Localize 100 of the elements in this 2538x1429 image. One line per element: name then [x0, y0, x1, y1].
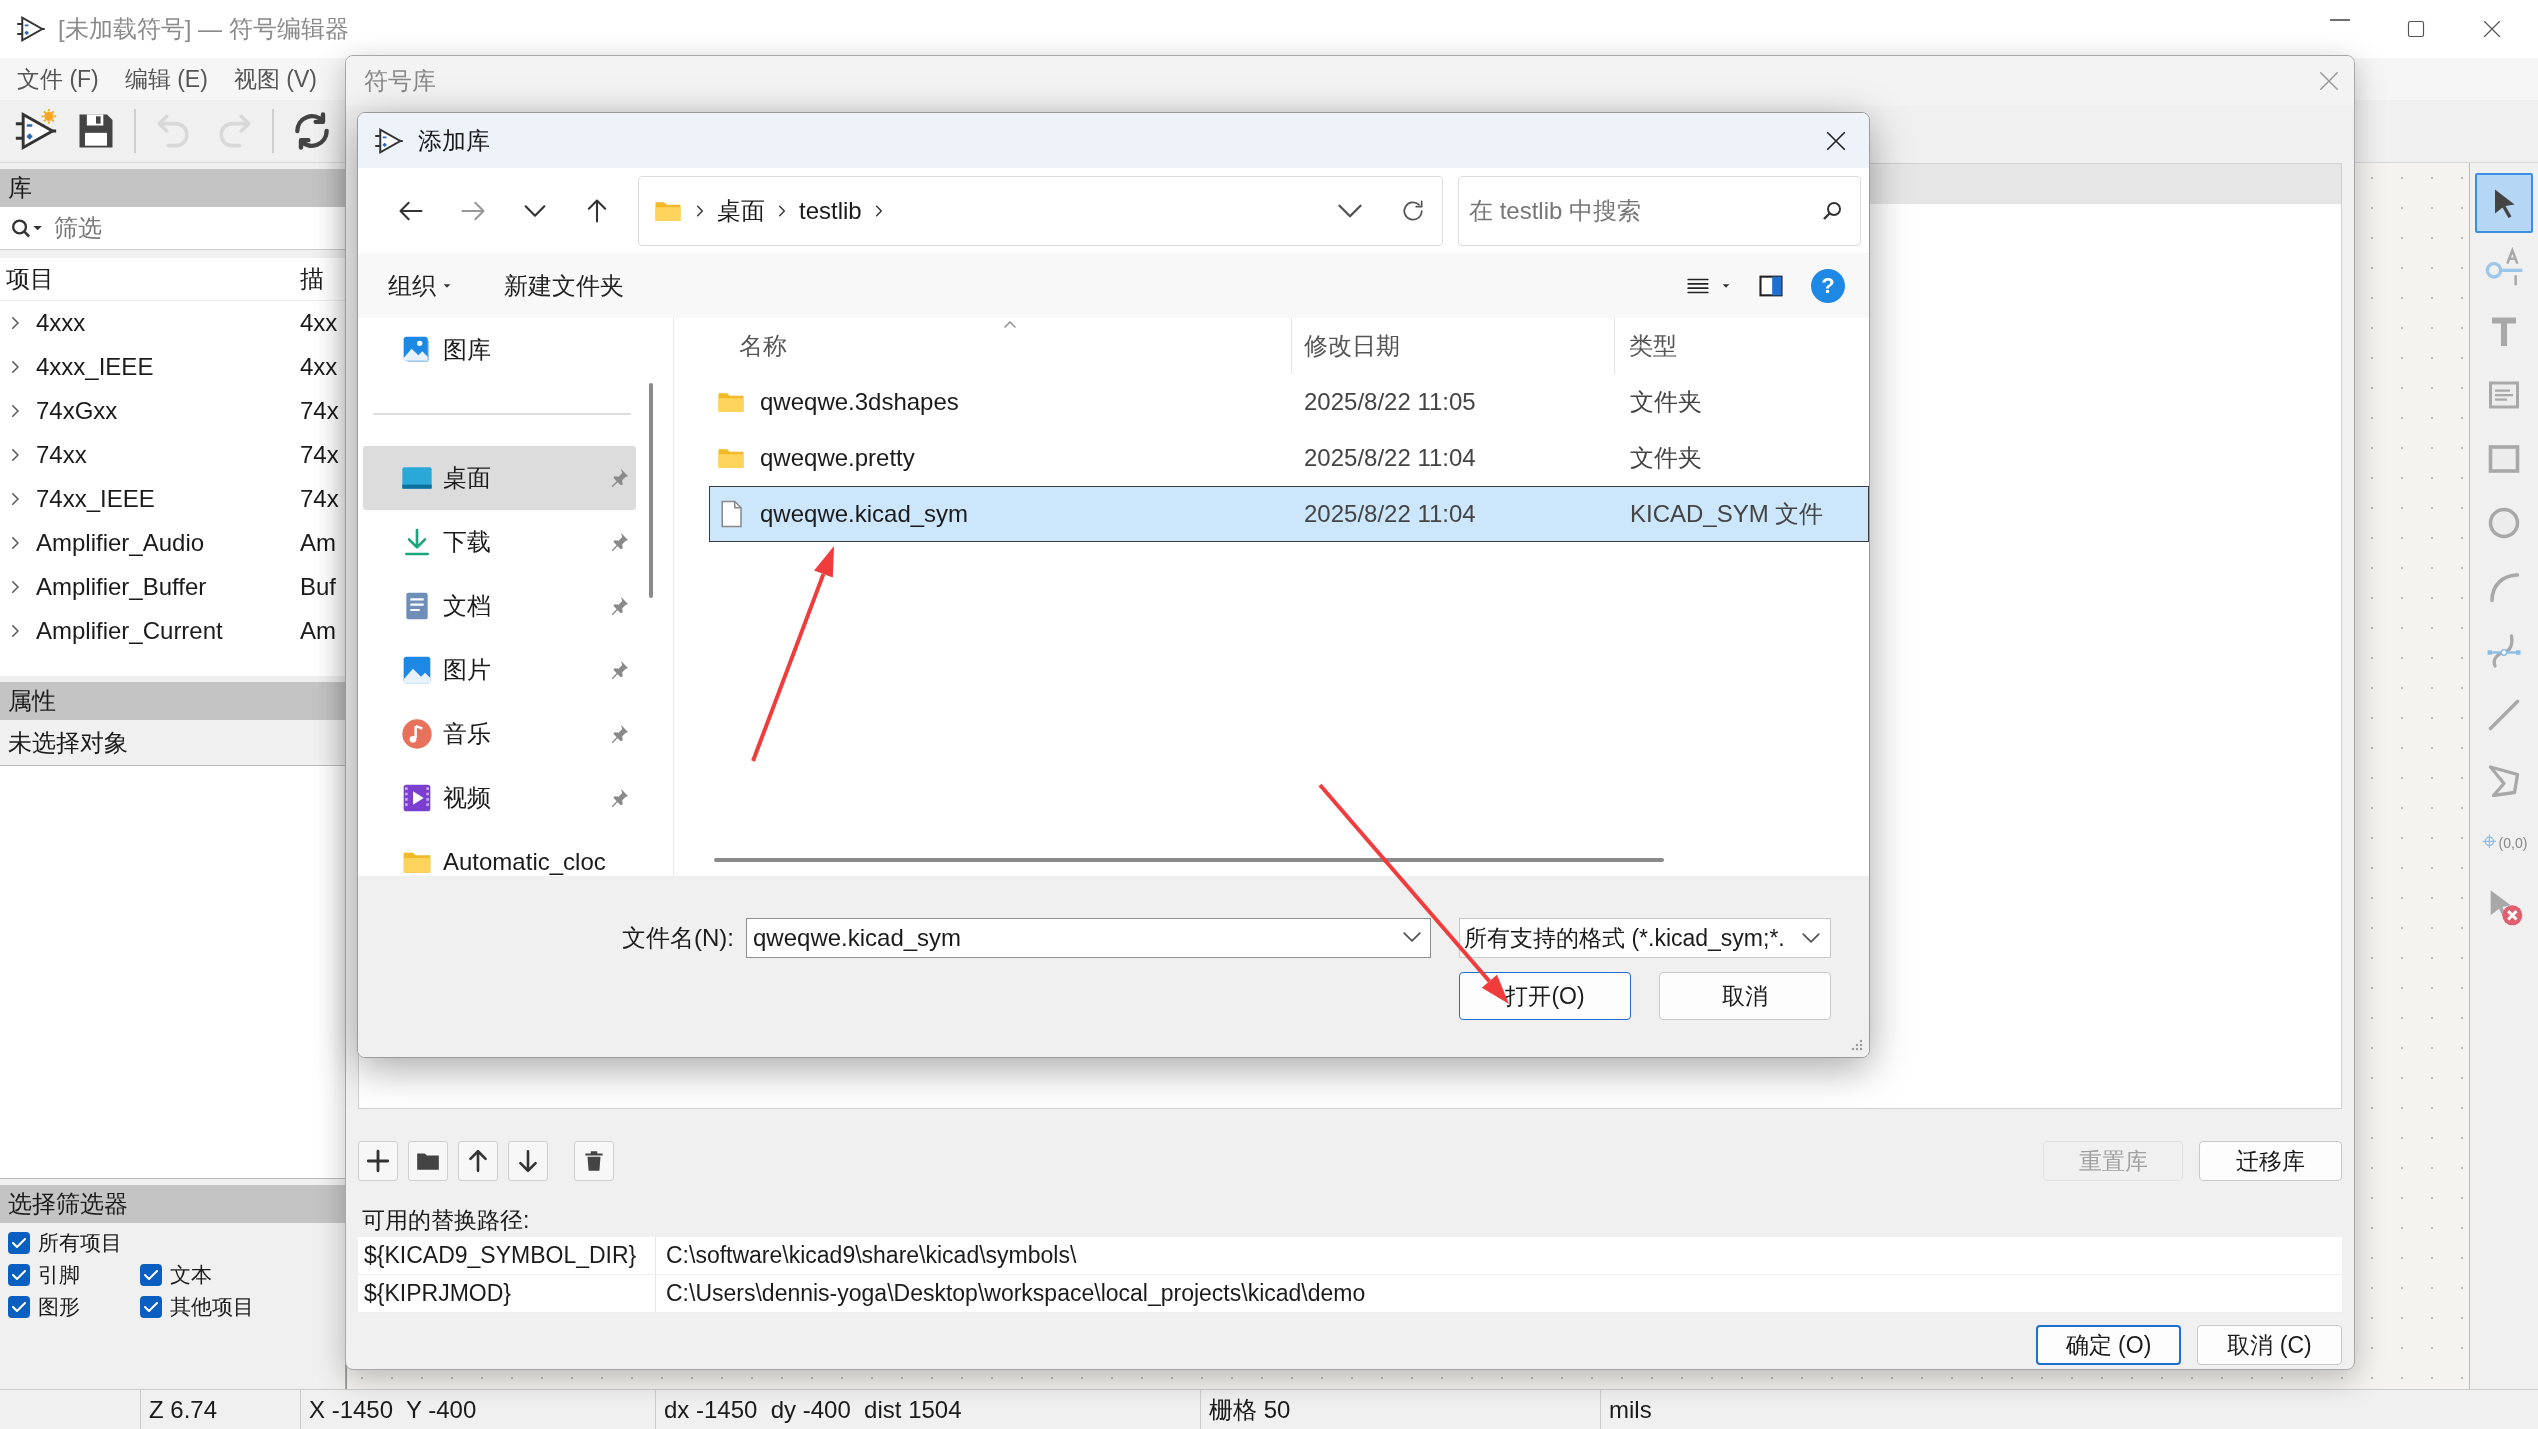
checkbox[interactable]	[8, 1296, 30, 1318]
status-text: dx -1450 dy -400 dist 1504	[655, 1390, 1200, 1429]
panel-title: 库	[0, 169, 345, 207]
delete-button[interactable]	[574, 1141, 614, 1181]
scrollbar-thumb[interactable]	[649, 383, 653, 598]
cancel-button[interactable]: 取消	[1659, 972, 1831, 1020]
nav-item[interactable]: 文档	[363, 574, 636, 638]
dialog-title: 符号库	[364, 66, 436, 96]
breadcrumb-item[interactable]: 桌面	[717, 194, 765, 227]
library-description: Am	[300, 617, 337, 645]
filename-field[interactable]: qweqwe.kicad_sym	[746, 918, 1431, 958]
menu-item[interactable]: 编辑 (E)	[111, 59, 221, 99]
menu-item[interactable]: 文件 (F)	[4, 59, 112, 99]
nav-item[interactable]: 桌面	[363, 446, 636, 510]
library-name[interactable]: 4xxx	[36, 309, 86, 337]
nav-item[interactable]: 图片	[363, 638, 636, 702]
picture-icon	[401, 654, 433, 686]
menu-item[interactable]: 视图 (V)	[220, 59, 330, 99]
library-description: 74x	[300, 397, 340, 425]
music-icon	[401, 718, 433, 750]
paths-label: 可用的替换路径:	[361, 1205, 531, 1235]
checkbox-label: 所有项目	[38, 1230, 122, 1256]
checkmark-icon	[144, 1270, 158, 1280]
checkbox-label: 文本	[170, 1262, 212, 1288]
library-name[interactable]: Amplifier_Audio	[36, 529, 205, 557]
library-description: Buf	[300, 573, 338, 601]
checkmark-icon	[12, 1270, 26, 1280]
filter-field[interactable]: 筛选	[0, 207, 345, 250]
add-button[interactable]	[358, 1141, 398, 1181]
file-row[interactable]: qweqwe.kicad_sym 2025/8/22 11:04 KICAD_SYM 文件	[709, 486, 1869, 542]
search-field[interactable]: 在 testlib 中搜索	[1458, 175, 1861, 246]
nav-item[interactable]: 图库	[363, 318, 636, 382]
checkbox[interactable]	[140, 1296, 162, 1318]
checkbox-label: 图形	[38, 1294, 80, 1320]
chevron-down-icon	[1403, 932, 1421, 942]
cancel-button[interactable]: 取消 (C)	[2197, 1325, 2342, 1365]
column-header[interactable]: 描	[300, 263, 345, 295]
plus-icon	[365, 1148, 391, 1174]
migrate-library-button[interactable]: 迁移库	[2199, 1141, 2342, 1181]
library-name[interactable]: 74xx	[36, 441, 87, 469]
library-description: 4xx	[300, 353, 339, 381]
chevron-down-icon	[1802, 933, 1820, 943]
line-icon	[2486, 697, 2522, 733]
scrollbar-thumb[interactable]	[714, 858, 1664, 862]
path-variable: ${KICAD9_SYMBOL_DIR}	[358, 1237, 656, 1274]
refresh-icon	[1400, 197, 1426, 224]
filename-label: 文件名(N):	[621, 923, 734, 953]
file-row[interactable]: qweqwe.pretty 2025/8/22 11:04 文件夹	[709, 430, 1869, 486]
nav-item[interactable]: 视频	[363, 766, 636, 830]
column-header[interactable]: 项目	[0, 263, 300, 295]
path-value: C:\Users\dennis-yoga\Desktop\workspace\local_projects\kicad\demo	[665, 1280, 1366, 1307]
nav-item[interactable]: 下载	[363, 510, 636, 574]
panel-title: 属性	[0, 682, 345, 720]
file-name: qweqwe.pretty	[760, 444, 915, 472]
file-date: 2025/8/22 11:05	[1303, 388, 1477, 416]
organize-menu[interactable]: 组织	[380, 263, 460, 308]
new-symbol-icon	[14, 109, 58, 153]
checkbox[interactable]	[8, 1232, 30, 1254]
library-description: 74x	[300, 485, 340, 513]
bezier-icon	[2486, 633, 2522, 669]
checkbox[interactable]	[8, 1264, 30, 1286]
tool-button[interactable]	[2475, 173, 2533, 233]
file-row[interactable]: qweqwe.3dshapes 2025/8/22 11:05 文件夹	[709, 374, 1869, 430]
video-icon	[401, 782, 433, 814]
path-variable: ${KIPRJMOD}	[358, 1275, 656, 1312]
window-title: [未加载符号] — 符号编辑器	[58, 14, 349, 44]
move-down-button[interactable]	[508, 1141, 548, 1181]
column-header[interactable]: 修改日期	[1292, 318, 1615, 374]
library-name[interactable]: 4xxx_IEEE	[36, 353, 154, 381]
open-button[interactable]: 打开(O)	[1459, 972, 1631, 1020]
library-name[interactable]: Amplifier_Current	[36, 617, 223, 645]
checkbox[interactable]	[140, 1264, 162, 1286]
close-icon	[2482, 19, 2502, 39]
address-bar[interactable]: 桌面 testlib	[638, 175, 1443, 246]
close-icon	[2318, 70, 2340, 92]
chevron-down-icon	[1338, 203, 1362, 218]
file-name: qweqwe.kicad_sym	[760, 500, 969, 528]
toolbar-button[interactable]	[14, 109, 58, 153]
help-button[interactable]: ?	[1811, 268, 1845, 303]
path-value: C:\software\kicad9\share\kicad\symbols\	[665, 1242, 1077, 1269]
breadcrumb-item[interactable]: testlib	[799, 196, 862, 225]
move-up-button[interactable]	[458, 1141, 498, 1181]
new-folder-button[interactable]: 新建文件夹	[496, 263, 632, 308]
column-header[interactable]: 名称	[674, 318, 1292, 374]
column-header[interactable]: 类型	[1615, 318, 1677, 374]
library-name[interactable]: 74xx_IEEE	[36, 485, 155, 513]
ok-button[interactable]: 确定 (O)	[2036, 1325, 2181, 1365]
file-date: 2025/8/22 11:04	[1303, 444, 1477, 472]
folder-button[interactable]	[408, 1141, 448, 1181]
checkmark-icon	[12, 1302, 26, 1312]
panel-title: 选择筛选器	[0, 1185, 345, 1223]
nav-item[interactable]: 音乐	[363, 702, 636, 766]
checkmark-icon	[144, 1302, 158, 1312]
nav-item[interactable]: Automatic_cloc	[363, 830, 636, 876]
file-type-dropdown[interactable]: 所有支持的格式 (*.kicad_sym;*.	[1459, 918, 1831, 958]
dialog-title: 添加库	[418, 125, 490, 156]
file-type: KICAD_SYM 文件	[1629, 499, 1824, 529]
library-name[interactable]: 74xGxx	[36, 397, 118, 425]
circle-icon	[2486, 505, 2522, 541]
library-name[interactable]: Amplifier_Buffer	[36, 573, 207, 601]
